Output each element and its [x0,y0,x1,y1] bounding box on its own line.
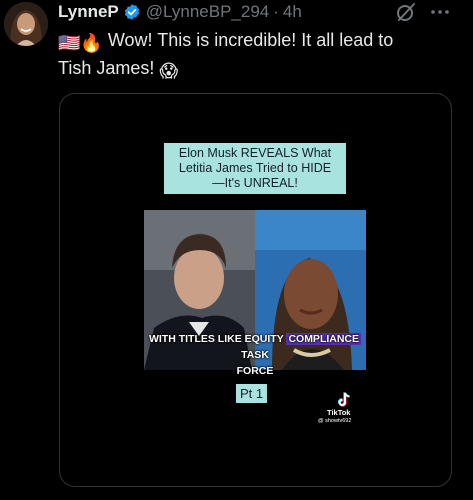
more-icon[interactable] [428,1,452,23]
caption-text-after: TASK [241,349,269,361]
caption-text-before: WITH TITLES LIKE EQUITY [148,333,287,345]
tweet-text-line2: Tish James! [58,58,155,78]
tiktok-watermark-user: @ showtv692 [318,418,352,424]
tweet-header: LynneP @LynneBP_294 · 4h [58,0,302,24]
separator-dot: · [273,2,279,21]
verified-badge-icon[interactable] [123,3,141,21]
caption-highlight: COMPLIANCE [286,333,362,345]
video-title-line2: Letitia James Tried to HIDE [178,161,332,175]
video-title-overlay: Elon Musk REVEALS What Letitia James Tri… [164,143,346,194]
scream-emoji: 😱 [159,61,179,81]
tiktok-watermark-label: TikTok [327,408,351,417]
timestamp[interactable]: 4h [283,2,302,22]
avatar[interactable] [4,2,48,46]
caption-line2: FORCE [236,365,274,377]
flag-fire-emoji: 🇺🇸🔥 [58,33,103,53]
grok-icon[interactable] [395,1,417,23]
user-handle[interactable]: @LynneBP_294 [146,2,269,22]
video-caption: WITH TITLES LIKE EQUITY COMPLIANCE TASK … [144,331,366,379]
video-title-line1: Elon Musk REVEALS What [178,146,332,160]
part-label: Pt 1 [236,384,268,403]
tweet-text: 🇺🇸🔥 Wow! This is incredible! It all lead… [58,28,458,84]
video-title-line3: —It's UNREAL! [212,176,298,190]
video-card[interactable]: Elon Musk REVEALS What Letitia James Tri… [59,93,452,487]
avatar-image [4,2,48,46]
display-name[interactable]: LynneP [58,2,119,22]
tiktok-logo-icon [338,392,352,408]
tweet-text-line1: Wow! This is incredible! It all lead to [107,30,394,50]
tweet[interactable]: LynneP @LynneBP_294 · 4h 🇺🇸🔥 Wow! This i… [0,0,473,500]
